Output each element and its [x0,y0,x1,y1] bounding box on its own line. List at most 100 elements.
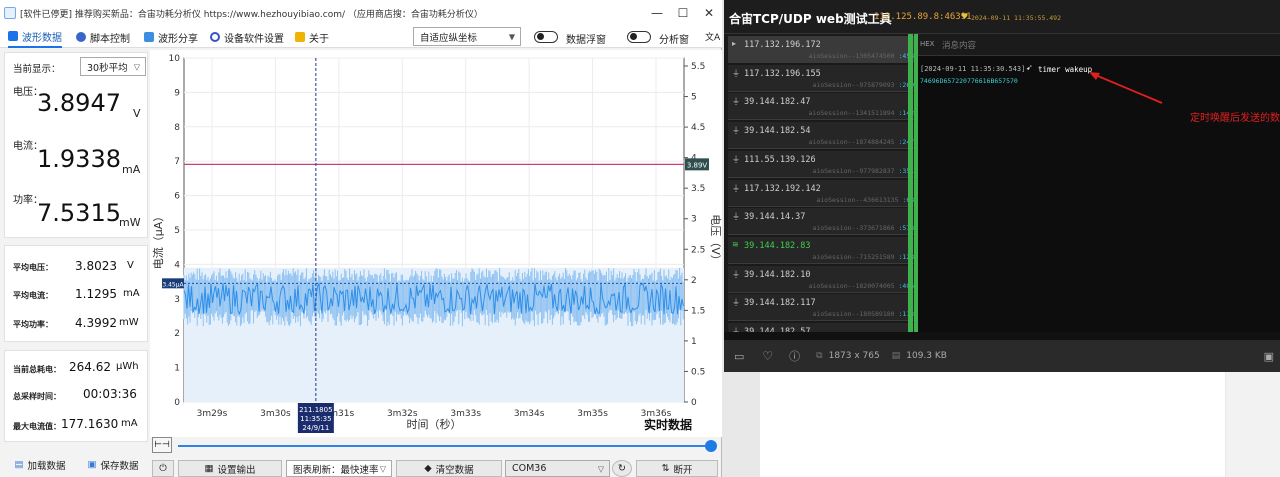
title-bar: [软件已停更] 推荐购买新品：合宙功耗分析仪 https://www.hezho… [0,0,722,26]
background-window [760,372,1225,477]
right-tick-label: 3 [691,215,697,225]
tab-settings[interactable]: 设备软件设置 [210,26,284,48]
tab-about[interactable]: 关于 [295,26,329,48]
session-item[interactable]: ⏚ 39.144.182.54aioSession--1874884245 :24… [728,122,926,150]
data-float-toggle[interactable] [534,31,558,43]
plug-icon: ⏚ [732,68,740,78]
time-cursor-label: 24/9/11 [302,424,329,432]
port-select[interactable]: COM36 ▽ [505,460,610,477]
chart-svg: 01234567891000.511.522.533.544.555.53m29… [151,54,722,433]
translate-icon[interactable]: 文A [705,30,720,43]
tab-script[interactable]: 脚本控制 [76,26,130,48]
session-item[interactable]: ⏚ 39.144.14.37 aioSession--373671866 :5781… [728,208,926,236]
tab-script-label: 脚本控制 [90,33,130,45]
folder-icon: ▤ [14,459,24,470]
max-current-unit: mA [121,418,138,429]
avg-voltage-label: 平均电压： [13,263,53,272]
minimize-button[interactable]: — [644,0,670,26]
session-item[interactable]: ⏚ 39.144.182.10 aioSession--1820074005 :40… [728,265,926,293]
output-icon: ▦ [204,463,214,474]
right-axis-label: 电压（V） [709,214,722,266]
save-data-button[interactable]: ▣ 保存数据 [78,456,148,473]
session-id: aioSession--1874884245 :24761 [809,138,923,146]
session-id-text: aioSession--715251589 [812,252,895,261]
session-scrollbar[interactable] [908,34,913,332]
right-tick-label: 0.5 [691,367,705,377]
session-ip: 39.144.182.10 [744,269,811,280]
plug-icon: ⏚ [732,327,740,332]
slider-handle[interactable] [705,440,717,452]
voltage-unit: V [133,107,141,120]
clear-data-button[interactable]: ◆ 清空数据 [396,460,502,477]
session-id: aioSession--715251589 :12828 [812,253,922,261]
chevron-down-icon: ▽ [133,62,140,71]
power-button[interactable]: ⏻ [152,460,174,477]
maximize-button[interactable]: ☐ [670,0,696,26]
session-item[interactable]: ⏚ 39.144.182.57 [728,323,926,332]
load-data-button[interactable]: ▤ 加载数据 [4,456,76,473]
right-tick-label: 5 [691,93,697,103]
display-icon[interactable]: ▭ [734,350,744,363]
session-item[interactable]: ≋ 39.144.182.83aioSession--715251589 :128… [728,236,926,264]
eraser-icon: ◆ [424,463,432,474]
session-id: aioSession--180589180 :11300 [812,310,922,318]
time-slider[interactable] [178,445,712,447]
totals-panel: 当前总耗电： 264.62 μWh 总采样时间： 00:03:36 最大电流值：… [4,350,148,442]
session-id-text: aioSession--1820074005 [808,281,895,290]
session-item[interactable]: ⏚ 39.144.182.47aioSession--1341511894 :14… [728,93,926,121]
refresh-rate-select[interactable]: 图表刷新：最快速率 ▽ [286,460,392,477]
power-unit: mW [119,216,141,229]
left-tick-label: 6 [174,192,180,202]
session-item[interactable]: ⏚ 117.132.196.155 aioSession--975879093 :2… [728,64,926,92]
plug-icon: ⏚ [732,154,740,164]
right-tick-label: 1.5 [691,306,705,316]
close-button[interactable]: ✕ [696,0,722,26]
avg-voltage-unit: V [127,260,134,271]
session-item[interactable]: ▸ 117.132.196.172 aioSession--1305474500 :… [728,36,926,63]
tab-waveform[interactable]: 波形数据 [8,26,62,48]
waveform-chart[interactable]: 01234567891000.511.522.533.544.555.53m29… [150,50,722,437]
total-energy-value: 264.62 [69,360,111,374]
display-mode-select[interactable]: 30秒平均 ▽ [80,57,146,76]
screen-icon[interactable]: ▣ [1264,350,1274,363]
tcp-udp-web-tool: 合宙TCP/UDP web测试工具 112.125.89.8:46391 ♥ 2… [724,0,1280,340]
image-viewer-bar: ▭ ♡ ⓘ ⧉ 1873 x 765 ▤ 109.3 KB ▣ [724,340,1280,372]
left-tick-label: 9 [174,88,180,98]
load-data-label: 加载数据 [27,460,66,472]
fit-range-button[interactable]: ⊢⊣ [152,437,172,453]
session-list: ▸ 117.132.196.172 aioSession--1305474500 :… [724,34,930,332]
size-icon: ▤ [891,351,901,361]
power-analyzer-window: [软件已停更] 推荐购买新品：合宙功耗分析仪 https://www.hezho… [0,0,722,477]
session-item[interactable]: ⏚ 111.55.139.126 aioSession--977982837 :35… [728,150,926,178]
current-value: 1.9338 [37,145,121,173]
refresh-port-button[interactable]: ↻ [612,460,632,477]
disconnect-button[interactable]: ⇅ 断开 [636,460,718,477]
message-area: HEX 消息内容 [2024-09-11 11:35:30.543] ➹ tim… [914,34,1280,332]
heart-outline-icon[interactable]: ♡ [762,349,773,363]
right-tick-label: 1 [691,337,697,347]
plug-icon: ⏚ [732,269,740,279]
refresh-icon: ↻ [618,463,626,474]
info-icon[interactable]: ⓘ [789,348,800,364]
heart-icon: ♥ [961,12,969,21]
plug-icon: ⏚ [732,212,740,222]
avg-current-value: 1.1295 [75,287,117,301]
session-ip: 117.132.192.142 [744,183,821,194]
plug-icon: ▸ [732,39,737,48]
tab-share[interactable]: 波形分享 [144,26,198,48]
session-id-text: aioSession--1305474500 [808,52,895,60]
left-tick-label: 3 [174,295,180,305]
session-id-text: aioSession--180589180 [812,310,895,319]
x-tick-label: 3m30s [260,409,291,419]
session-item[interactable]: ⏚ 117.132.192.142 aioSession--436613135 :6… [728,179,926,207]
session-item[interactable]: ⏚ 39.144.182.117aioSession--180589180 :11… [728,294,926,322]
max-current-label: 最大电流值： [13,422,61,431]
chevron-down-icon: ▼ [508,32,515,41]
session-ip: 39.144.182.83 [744,240,811,251]
right-tick-label: 4.5 [691,123,705,133]
left-tick-label: 0 [174,398,180,408]
analysis-toggle[interactable] [627,31,651,43]
settings-output-button[interactable]: ▦ 设置输出 [178,460,282,477]
x-tick-label: 3m34s [514,409,545,419]
axis-mode-select[interactable]: 自适应纵坐标 ▼ [413,27,521,46]
